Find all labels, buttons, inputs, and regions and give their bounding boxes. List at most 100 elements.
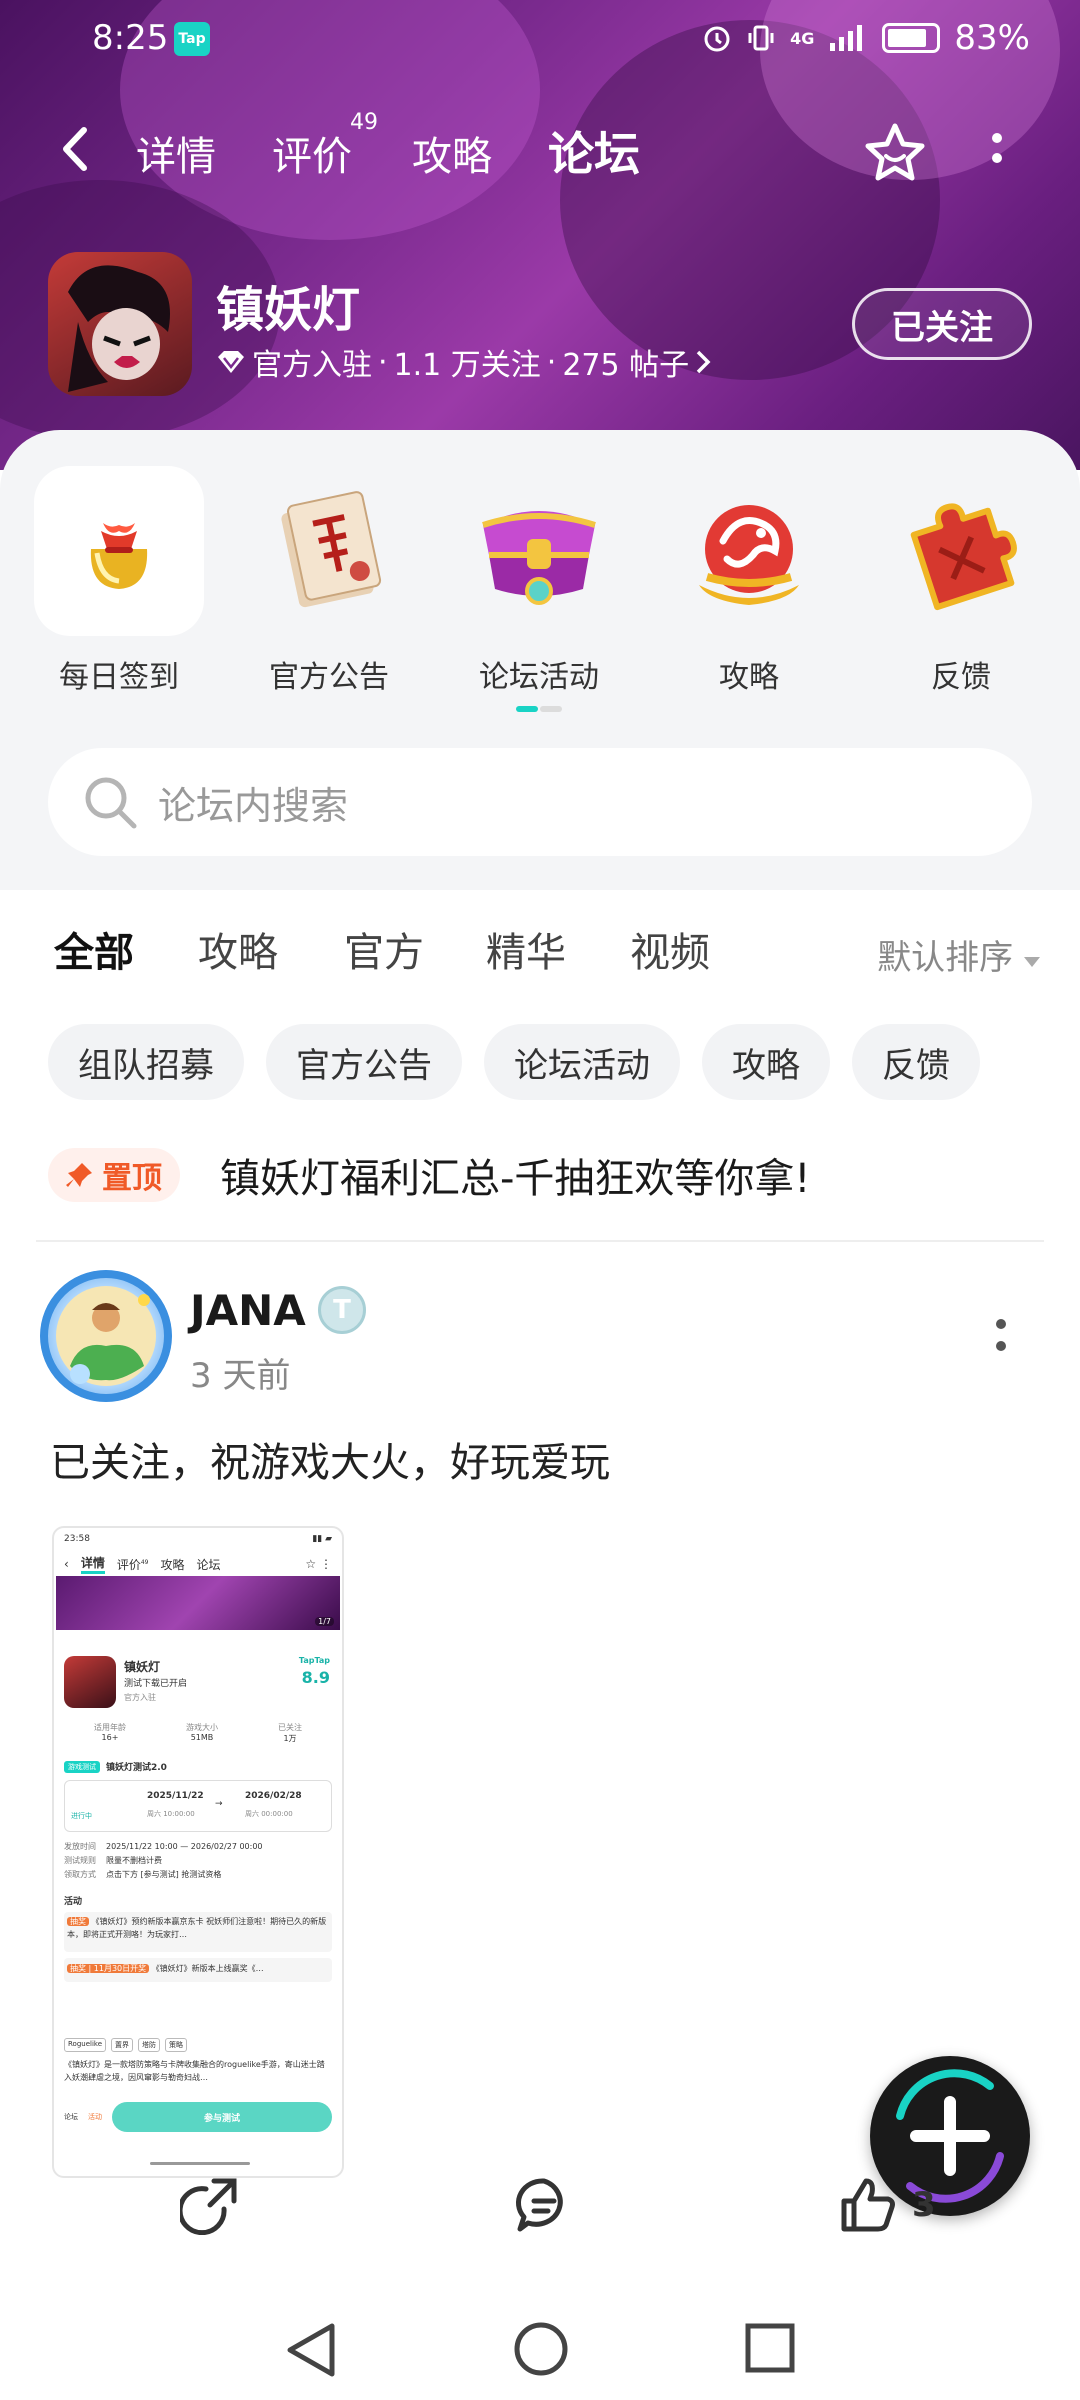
- quick-item-guide[interactable]: 攻略: [664, 466, 834, 696]
- shot-official: 官方入驻: [124, 1693, 156, 1702]
- content-tab-label: 全部: [54, 930, 134, 976]
- battery-percent: 83%: [954, 18, 1030, 58]
- diamond-icon: [218, 351, 244, 373]
- like-count: 3: [912, 2185, 936, 2225]
- tab-reviews[interactable]: 评价: [272, 124, 352, 182]
- quick-item-checkin[interactable]: 每日签到: [34, 466, 204, 696]
- filter-chips: 组队招募 官方公告 论坛活动 攻略 反馈: [48, 1024, 980, 1100]
- content-tab-guides[interactable]: 攻略: [198, 920, 278, 978]
- content-tab-all[interactable]: 全部: [54, 920, 134, 980]
- quick-label: 官方公告: [269, 660, 389, 695]
- official-label: 官方入驻: [252, 348, 372, 383]
- shot-banner: 1/7: [56, 1576, 340, 1630]
- post-more-icon[interactable]: [995, 1316, 1007, 1356]
- status-icons: 4G 83%: [702, 18, 1030, 58]
- follow-button[interactable]: 已关注: [852, 288, 1032, 360]
- shot-tab: 论坛: [196, 1557, 221, 1572]
- taptap-notification-icon: Tap: [174, 22, 210, 56]
- quick-item-feedback[interactable]: 反馈: [876, 466, 1046, 696]
- quick-entry-panel: 每日签到 官方公告 论坛活动 攻略 反馈 论坛内搜索: [0, 430, 1080, 890]
- like-button[interactable]: 3: [838, 2170, 936, 2240]
- chip-team[interactable]: 组队招募: [48, 1024, 244, 1100]
- status-bar: 8:25 Tap 4G 83%: [0, 0, 1080, 80]
- shot-tags: Roguelike 置界 塔防 策略: [64, 2038, 332, 2052]
- post-image[interactable]: 23:58 ▮▮ ▰ ‹ 详情 评价49 攻略 论坛 ☆ ⋮ 1/7 镇妖灯 测试…: [52, 1526, 344, 2178]
- share-icon: [180, 2178, 237, 2235]
- quick-item-activity[interactable]: 论坛活动: [454, 466, 624, 696]
- quick-label: 反馈: [931, 660, 991, 695]
- signal-icon: [830, 25, 863, 51]
- gift-bag-icon: [34, 466, 204, 636]
- shot-time: 23:58: [64, 1534, 90, 1544]
- puzzle-piece-icon: [876, 466, 1046, 636]
- meta-separator: ·: [378, 344, 388, 380]
- nav-back-icon[interactable]: [284, 2320, 338, 2380]
- shot-desc: 《镇妖灯》是一款塔防策略与卡牌收集融合的roguelike手游，寄山迷士踏入妖潮…: [64, 2060, 325, 2082]
- followers-count: 1.1 万关注: [393, 348, 541, 383]
- shot-stats: 适用年龄 16+ 游戏大小 51MB 已关注 1万: [94, 1723, 302, 1743]
- avatar[interactable]: [40, 1270, 172, 1402]
- content-tab-video[interactable]: 视频: [630, 920, 710, 978]
- shot-back-icon: ‹: [64, 1557, 69, 1571]
- shot-page: 1/7: [315, 1617, 334, 1626]
- tab-details[interactable]: 详情: [136, 124, 216, 182]
- treasure-chest-icon: [454, 466, 624, 636]
- shot-test-dates: 进行中 2025/11/22 周六 10:00:00 → 2026/02/28 …: [64, 1780, 332, 1832]
- pinned-badge-label: 置顶: [102, 1161, 162, 1196]
- pin-icon: [66, 1163, 92, 1187]
- chip-notice[interactable]: 官方公告: [266, 1024, 462, 1100]
- top-nav: 详情 评价 49 攻略 论坛: [0, 110, 1080, 190]
- chip-guide[interactable]: 攻略: [702, 1024, 830, 1100]
- shot-tab: 评价49: [116, 1557, 149, 1572]
- quick-item-notice[interactable]: 官方公告: [244, 466, 414, 696]
- game-meta[interactable]: 官方入驻 · 1.1 万关注 · 275 帖子: [216, 340, 711, 384]
- username[interactable]: JANA: [190, 1286, 306, 1335]
- chip-activity[interactable]: 论坛活动: [484, 1024, 680, 1100]
- back-icon[interactable]: [56, 124, 96, 174]
- comment-icon: [515, 2178, 563, 2232]
- nav-home-icon[interactable]: [512, 2320, 570, 2378]
- review-count-badge: 49: [350, 110, 378, 135]
- pinned-post[interactable]: 置顶 镇妖灯福利汇总-千抽狂欢等你拿!: [48, 1146, 810, 1204]
- alarm-icon: [704, 26, 730, 52]
- user-level-badge: T: [318, 1286, 366, 1334]
- shot-tab: 详情: [80, 1554, 105, 1574]
- divider: [36, 1240, 1044, 1242]
- post-time: 3 天前: [190, 1356, 291, 1396]
- network-type: 4G: [790, 28, 815, 48]
- chip-feedback[interactable]: 反馈: [852, 1024, 980, 1100]
- quick-label: 每日签到: [59, 660, 179, 695]
- meta-separator: ·: [546, 344, 557, 380]
- shot-tab: 攻略: [160, 1557, 185, 1572]
- search-icon: [85, 777, 137, 829]
- favorite-star-icon[interactable]: [862, 120, 928, 186]
- battery-icon: [882, 23, 941, 53]
- game-icon[interactable]: [48, 252, 192, 396]
- dragon-emblem-icon: [664, 466, 834, 636]
- shot-sub: 测试下载已开启: [124, 1679, 188, 1689]
- shot-activity-2: 抽奖 | 11月30日开奖 《镇妖灯》新版本上线赢奖《…: [64, 1958, 332, 1982]
- shot-test-header: 游戏测试 镇妖灯测试2.0: [64, 1760, 332, 1773]
- content-tab-official[interactable]: 官方: [344, 920, 424, 978]
- shot-score: 8.9: [301, 1668, 330, 1687]
- thumbs-up-icon: [841, 2178, 895, 2232]
- shot-status-icons: ▮▮ ▰: [312, 1534, 332, 1544]
- tab-guides[interactable]: 攻略: [412, 124, 492, 182]
- shot-star-icon: ☆ ⋮: [305, 1557, 332, 1571]
- shot-rules: 发放时间 2025/11/22 10:00 — 2026/02/27 00:00 …: [64, 1842, 263, 1879]
- share-button[interactable]: [180, 2170, 240, 2240]
- comment-button[interactable]: [514, 2170, 574, 2240]
- chevron-right-icon: [696, 350, 711, 374]
- sort-label: 默认排序: [877, 938, 1014, 978]
- page-indicator: [516, 706, 564, 712]
- post-text: 已关注，祝游戏大火，好玩爱玩: [50, 1440, 610, 1486]
- screen: { "status": {"time": "8:25", "app_badge"…: [0, 0, 1080, 2400]
- content-tab-featured[interactable]: 精华: [486, 920, 566, 978]
- shot-name: 镇妖灯: [124, 1660, 161, 1674]
- forum-search-input[interactable]: 论坛内搜索: [48, 748, 1032, 856]
- posts-count: 275 帖子: [562, 348, 690, 383]
- nav-recents-icon[interactable]: [744, 2322, 796, 2374]
- more-vertical-icon[interactable]: [990, 128, 1004, 178]
- sort-dropdown[interactable]: 默认排序: [877, 930, 1040, 979]
- tab-forum[interactable]: 论坛: [548, 118, 640, 184]
